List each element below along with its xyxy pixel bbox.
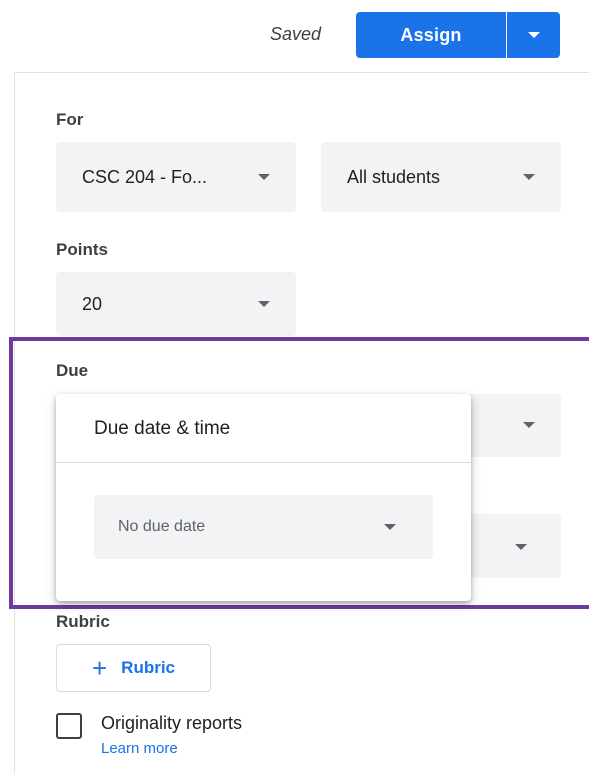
learn-more-link[interactable]: Learn more: [101, 740, 178, 757]
add-rubric-button[interactable]: + Rubric: [56, 644, 211, 692]
caret-down-icon: [258, 301, 270, 307]
rubric-label: Rubric: [56, 612, 110, 631]
assign-button[interactable]: Assign: [356, 12, 506, 58]
students-select-value: All students: [347, 166, 441, 187]
saved-status: Saved: [270, 24, 322, 44]
points-label: Points: [56, 240, 108, 259]
caret-down-icon: [258, 174, 270, 180]
assign-options-button[interactable]: [507, 12, 560, 58]
add-rubric-label: Rubric: [121, 658, 176, 677]
due-date-select[interactable]: No due date: [94, 495, 433, 559]
students-select[interactable]: All students: [321, 142, 561, 212]
caret-down-icon: [523, 174, 535, 180]
originality-label: Originality reports: [101, 713, 243, 733]
plus-icon: +: [91, 653, 108, 683]
points-value: 20: [82, 293, 103, 314]
due-date-popover: Due date & time No due date: [56, 394, 471, 601]
originality-checkbox[interactable]: [56, 713, 82, 739]
class-select-value: CSC 204 - Fo...: [82, 166, 208, 187]
points-select[interactable]: 20: [56, 272, 296, 336]
popover-divider: [56, 462, 471, 463]
class-select[interactable]: CSC 204 - Fo...: [56, 142, 296, 212]
header-divider: [14, 72, 589, 73]
caret-down-icon: [384, 524, 396, 530]
due-date-value: No due date: [118, 518, 206, 535]
caret-down-icon: [527, 32, 540, 38]
for-label: For: [56, 110, 84, 129]
popover-title: Due date & time: [94, 418, 231, 439]
